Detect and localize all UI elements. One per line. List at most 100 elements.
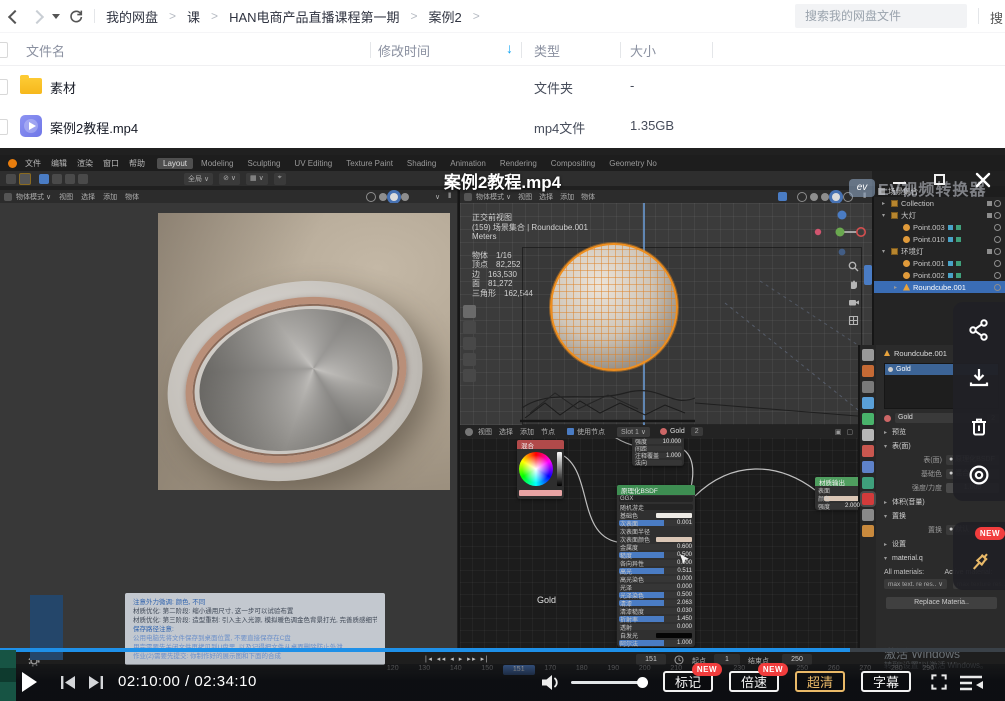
minimize-button[interactable]: [893, 182, 906, 184]
shading-mode-icons: [366, 192, 409, 202]
data-mini-icon: [956, 273, 961, 278]
viewport-menu-item: 添加: [103, 192, 117, 202]
bump-node: 强度10.000 间距 注释覆盖1.000 法向: [632, 438, 684, 466]
collapsed-panel-tab: [864, 265, 872, 285]
pause-sync-icon: ‖: [448, 193, 451, 200]
video-progress-track[interactable]: [0, 648, 1005, 652]
blender-menu-item: 渲染: [77, 158, 93, 169]
file-name[interactable]: 素材: [50, 78, 76, 97]
delete-icon[interactable]: [967, 415, 991, 439]
visibility-icon: [994, 272, 1001, 279]
grid-toggle-icon: [848, 315, 859, 326]
breadcrumb-item[interactable]: 我的网盘: [106, 7, 158, 26]
play-button[interactable]: [22, 672, 37, 692]
outliner-item-label: Point.003: [913, 223, 945, 232]
volume-knob[interactable]: [637, 677, 648, 688]
close-button[interactable]: [972, 169, 994, 191]
shader-menu-item: 选择: [499, 427, 513, 437]
video-player[interactable]: 文件编辑渲染窗口帮助 LayoutModelingSculptingUV Edi…: [0, 148, 1005, 701]
slot-selector: Slot 1 ∨: [617, 427, 650, 437]
visibility-icon: [994, 200, 1001, 207]
viewport-menu-item: 物体模式 ∨: [476, 192, 511, 202]
file-row[interactable]: 素材 文件夹 -: [0, 66, 1005, 106]
quality-button[interactable]: 超清: [795, 671, 845, 692]
rotate-tool-icon: [463, 353, 476, 366]
shading-mode-icons: [797, 192, 853, 202]
fullscreen-button[interactable]: [929, 672, 949, 692]
blender-menu-item: 帮助: [129, 158, 145, 169]
outliner-row: Point.001: [874, 257, 1005, 269]
col-header-type[interactable]: 类型: [534, 41, 560, 60]
material-output-node: 材质输出 表面 颜色 强度2.000: [815, 477, 863, 510]
principled-row: 阿尔法1.000: [617, 639, 695, 647]
shader-menus: 视图选择添加节点: [478, 427, 555, 437]
breadcrumb-item[interactable]: HAN电商产品直播课程第一期: [229, 7, 399, 26]
search-button[interactable]: 搜: [990, 8, 1003, 27]
breadcrumb-item[interactable]: 课: [187, 7, 200, 26]
search-input[interactable]: [795, 4, 967, 28]
navigation-gizmo: [812, 207, 872, 259]
viewport-menu-item: 视图: [518, 192, 532, 202]
modifier-mini-icon: [948, 261, 953, 266]
breadcrumb-item[interactable]: 案例2: [429, 7, 462, 26]
file-type: 文件夹: [534, 78, 573, 97]
next-button[interactable]: [86, 675, 106, 690]
addon-all-label: All materials:: [884, 569, 939, 576]
replace-material-button: Replace Materia..: [886, 597, 997, 609]
volume-icon[interactable]: [540, 674, 562, 691]
forward-icon[interactable]: [30, 10, 44, 24]
outliner-row: Point.003: [874, 221, 1005, 233]
outliner-item-label: 环境灯: [901, 246, 924, 257]
refresh-icon[interactable]: [68, 8, 84, 24]
previous-button[interactable]: [58, 675, 78, 690]
use-nodes-label: 使用节点: [577, 427, 605, 437]
modifier-mini-icon: [948, 273, 953, 278]
data-mini-icon: [956, 237, 961, 242]
blender-logo-icon: [8, 159, 17, 168]
blender-menu-item: 窗口: [103, 158, 119, 169]
outliner-item-label: Point.010: [913, 235, 945, 244]
principled-node-rows: GGX 随机游走 基础色 次表面0.001: [617, 495, 695, 647]
value-slider: [557, 452, 562, 486]
subtitle-button[interactable]: 字幕: [861, 671, 911, 692]
snap-icon: [778, 192, 787, 201]
camera-view-icon: [848, 297, 859, 308]
outliner-item-icon: [891, 248, 898, 255]
file-name[interactable]: 案例2教程.mp4: [50, 118, 138, 137]
render-checkbox: [987, 201, 992, 206]
outliner-item-label: Point.002: [913, 271, 945, 280]
pin-icon[interactable]: [966, 548, 994, 576]
outliner-row: Point.010: [874, 233, 1005, 245]
playlist-button[interactable]: [958, 673, 984, 692]
row-checkbox[interactable]: [0, 79, 8, 95]
download-icon[interactable]: [967, 366, 991, 390]
move-tool-icon: [463, 337, 476, 350]
visibility-icon: [994, 260, 1001, 267]
restore-button[interactable]: [934, 174, 945, 185]
shader-menu-item: 视图: [478, 427, 492, 437]
col-header-time[interactable]: 修改时间: [378, 41, 430, 60]
viewport-menu-item: 物体模式 ∨: [16, 192, 51, 202]
blender-workspace-tab: Layout: [157, 158, 193, 169]
visibility-icon: [994, 224, 1001, 231]
col-header-name[interactable]: 文件名: [26, 41, 65, 60]
viewport-menu-item: 物体: [581, 192, 595, 202]
output-node-rows: 表面 颜色 强度2.000: [815, 486, 863, 510]
outliner-item-icon: [891, 212, 898, 219]
editor-type-icon: [465, 428, 473, 436]
select-all-checkbox[interactable]: [0, 42, 8, 58]
blender-workspace-tab: Compositing: [545, 158, 601, 169]
row-checkbox[interactable]: [0, 119, 8, 135]
history-dropdown-icon[interactable]: [52, 14, 60, 19]
share-icon[interactable]: [967, 318, 991, 342]
pan-tool-icon: [848, 279, 859, 290]
col-header-size[interactable]: 大小: [630, 41, 656, 60]
data-mini-icon: [956, 261, 961, 266]
record-icon[interactable]: [967, 463, 991, 487]
breadcrumb-separator: >: [473, 9, 480, 23]
file-row[interactable]: 案例2教程.mp4 mp4文件 1.35GB: [0, 106, 1005, 146]
material-users-count: 2: [691, 427, 703, 436]
sort-descending-icon[interactable]: ↓: [506, 40, 513, 56]
color-wheel: [519, 452, 553, 486]
back-icon[interactable]: [8, 10, 22, 24]
